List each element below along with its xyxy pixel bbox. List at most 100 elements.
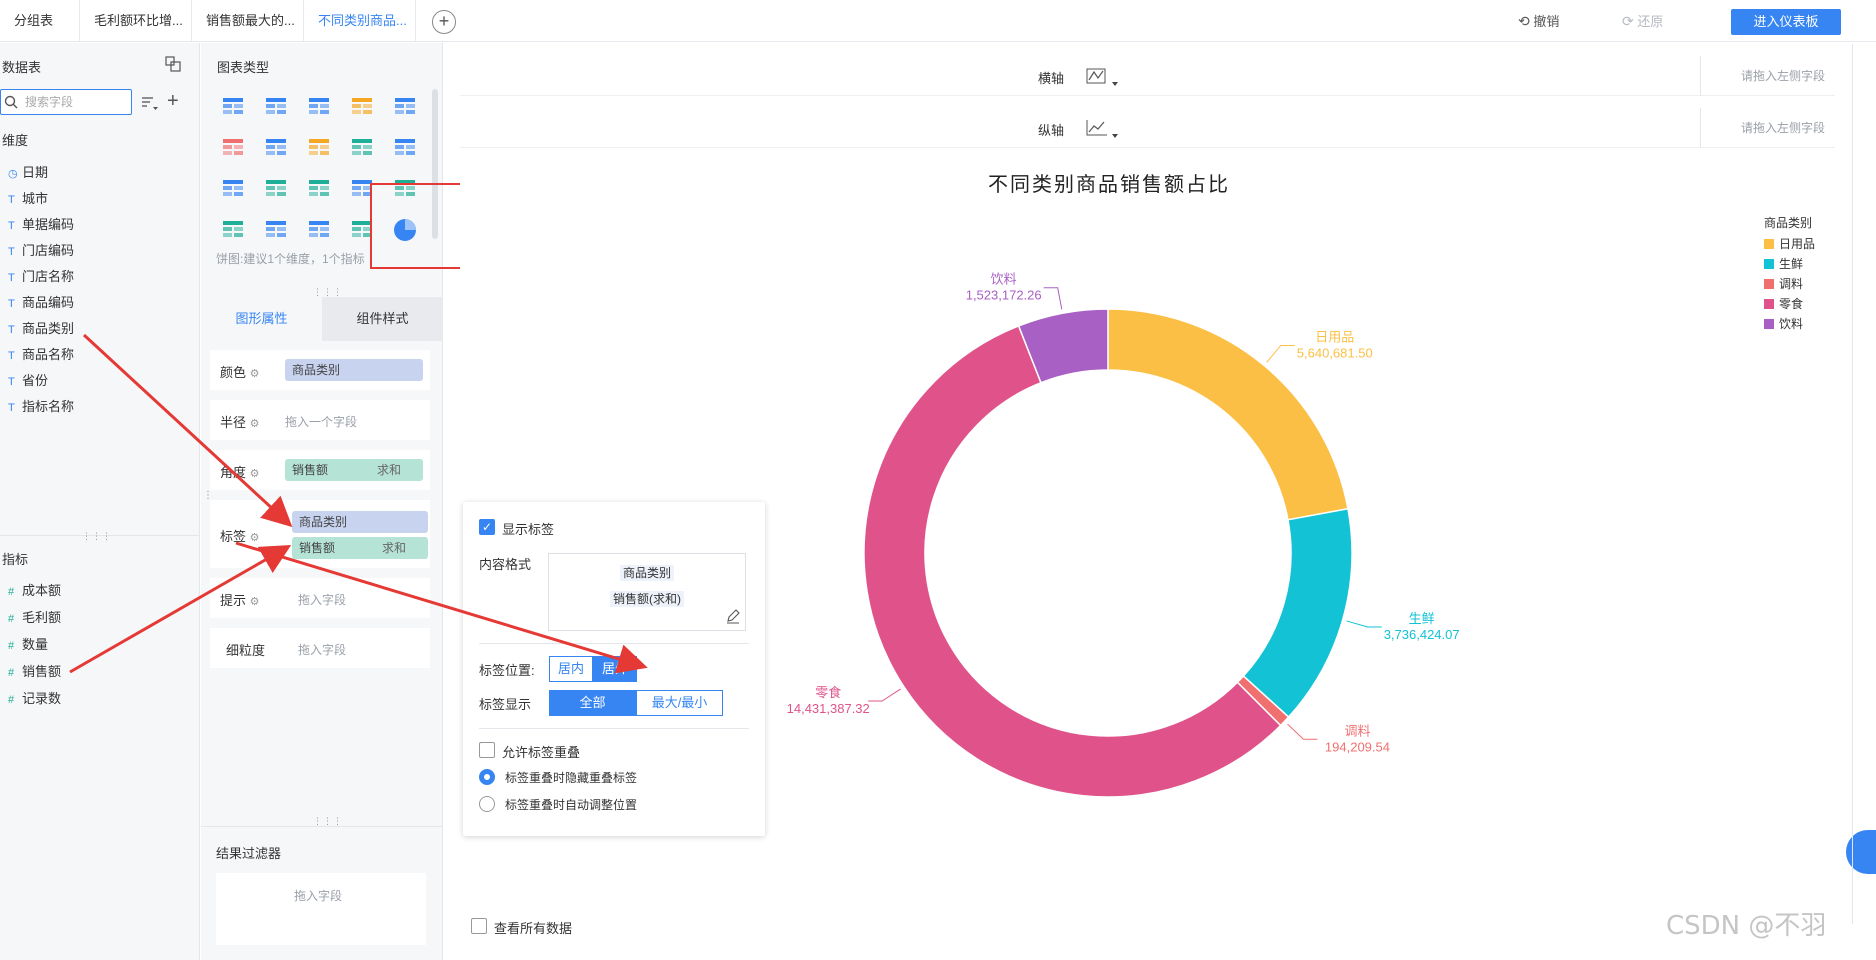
legend-item[interactable]: 零食 bbox=[1764, 296, 1803, 312]
undo-label: 撤销 bbox=[1533, 14, 1560, 29]
legend-item[interactable]: 饮料 bbox=[1764, 316, 1803, 332]
table-icon[interactable] bbox=[220, 94, 246, 120]
horizontal-bar-icon[interactable] bbox=[263, 176, 289, 202]
number-field-icon: # bbox=[8, 586, 15, 598]
dimension-field[interactable]: T 指标名称 bbox=[8, 397, 74, 417]
label-field-pill-2[interactable]: 销售额 求和 bbox=[292, 537, 428, 559]
watermark: CSDN @不羽 bbox=[1666, 911, 1827, 941]
dimension-field[interactable]: T 商品编码 bbox=[8, 293, 74, 313]
dimension-title: 维度 bbox=[2, 133, 29, 148]
legend-swatch bbox=[1764, 279, 1774, 289]
redo-icon: ⟳ bbox=[1622, 13, 1634, 29]
tooltip-property-row[interactable]: 提示 ⚙ 拖入字段 bbox=[210, 578, 430, 618]
heatmap-icon[interactable] bbox=[306, 135, 332, 161]
edit-icon[interactable] bbox=[725, 608, 741, 624]
slice-category-label: 生鲜 bbox=[1409, 611, 1435, 626]
position-inside-button[interactable]: 居内 bbox=[549, 656, 593, 682]
cross-table-icon[interactable] bbox=[263, 94, 289, 120]
tab-styles[interactable]: 组件样式 bbox=[322, 297, 443, 341]
dimension-field[interactable]: T 单据编码 bbox=[8, 215, 74, 235]
content-format-box[interactable]: 商品类别 销售额(求和) bbox=[548, 553, 746, 631]
panel-collapse-handle[interactable]: ⋮ bbox=[203, 490, 213, 501]
color-field-pill[interactable]: 商品类别 bbox=[285, 359, 423, 381]
switch-dataset-icon[interactable] bbox=[165, 56, 181, 72]
number-field-icon: # bbox=[8, 640, 15, 652]
tab-properties[interactable]: 图形属性 bbox=[201, 297, 322, 341]
stacked-bar-icon[interactable] bbox=[349, 135, 375, 161]
tab-item[interactable]: 销售额最大的... bbox=[192, 0, 304, 42]
radius-property-row[interactable]: 半径 ⚙ 拖入一个字段 bbox=[210, 400, 430, 440]
sort-icon[interactable] bbox=[141, 95, 159, 111]
field-search-input[interactable]: 搜索字段 bbox=[0, 89, 132, 115]
dimension-field[interactable]: T 门店名称 bbox=[8, 267, 74, 287]
measure-field[interactable]: # 毛利额 bbox=[8, 608, 61, 628]
tab-item-active[interactable]: 不同类别商品... bbox=[304, 0, 416, 42]
tab-item[interactable]: 分组表 bbox=[0, 0, 80, 42]
display-maxmin-button[interactable]: 最大/最小 bbox=[636, 690, 723, 716]
y-axis-type-icon[interactable] bbox=[1085, 118, 1125, 140]
measure-field[interactable]: # 成本额 bbox=[8, 581, 61, 601]
y-axis-dropzone[interactable]: 请拖入左侧字段 bbox=[1700, 108, 1835, 148]
label-leader-line bbox=[868, 688, 901, 702]
overlap-adjust-radio[interactable] bbox=[479, 796, 495, 812]
radius-property-label: 半径 ⚙ bbox=[220, 415, 260, 430]
view-all-data-checkbox[interactable] bbox=[471, 918, 487, 934]
treemap-icon[interactable] bbox=[349, 94, 375, 120]
tab-item[interactable]: 毛利额环比增... bbox=[80, 0, 192, 42]
add-tab-icon[interactable]: + bbox=[432, 10, 456, 34]
redo-button[interactable]: ⟳ 还原 bbox=[1622, 0, 1663, 42]
undo-button[interactable]: ⟲ 撤销 bbox=[1518, 0, 1559, 42]
resize-handle[interactable]: ⋮⋮⋮ bbox=[82, 531, 112, 542]
legend-item[interactable]: 日用品 bbox=[1764, 236, 1815, 252]
line-icon[interactable] bbox=[263, 217, 289, 243]
granularity-placeholder: 拖入字段 bbox=[298, 643, 347, 657]
result-filter-dropzone[interactable]: 拖入字段 bbox=[216, 873, 426, 945]
text-field-icon: T bbox=[8, 194, 15, 206]
grouped-column-icon[interactable] bbox=[220, 176, 246, 202]
label-field-pill-1[interactable]: 商品类别 bbox=[292, 511, 428, 533]
detail-table-icon[interactable] bbox=[306, 94, 332, 120]
position-outside-button[interactable]: 居外 bbox=[593, 656, 637, 682]
pie-slice[interactable] bbox=[1107, 308, 1349, 521]
color-property-row[interactable]: 颜色 ⚙ 商品类别 bbox=[210, 350, 430, 390]
granularity-property-row[interactable]: 细粒度 拖入字段 bbox=[210, 628, 430, 668]
allow-overlap-checkbox[interactable] bbox=[479, 742, 495, 758]
angle-field-pill[interactable]: 销售额 求和 bbox=[285, 459, 423, 481]
overlap-hide-radio[interactable] bbox=[479, 769, 495, 785]
scatter-icon[interactable] bbox=[306, 217, 332, 243]
legend-swatch bbox=[1764, 319, 1774, 329]
dimension-field[interactable]: T 商品名称 bbox=[8, 345, 74, 365]
angle-property-row[interactable]: 角度 ⚙ 销售额 求和 bbox=[210, 450, 430, 490]
kpi-icon[interactable] bbox=[392, 94, 418, 120]
display-all-button[interactable]: 全部 bbox=[549, 690, 636, 716]
heat-table-icon[interactable] bbox=[220, 135, 246, 161]
y-axis-row[interactable]: 纵轴 请拖入左侧字段 bbox=[460, 108, 1835, 148]
dimension-field[interactable]: T 商品类别 bbox=[8, 319, 74, 339]
measure-field[interactable]: # 数量 bbox=[8, 635, 48, 655]
column-icon[interactable] bbox=[392, 135, 418, 161]
x-axis-type-icon[interactable] bbox=[1085, 66, 1125, 88]
add-field-icon[interactable]: + bbox=[167, 91, 179, 111]
dimension-field[interactable]: T 省份 bbox=[8, 371, 48, 391]
measure-field[interactable]: # 记录数 bbox=[8, 689, 61, 709]
slice-category-label: 调料 bbox=[1344, 723, 1370, 738]
legend-item[interactable]: 生鲜 bbox=[1764, 256, 1803, 272]
show-label-checkbox[interactable]: ✓ bbox=[479, 519, 495, 535]
legend-item[interactable]: 调料 bbox=[1764, 276, 1803, 292]
enter-dashboard-button[interactable]: 进入仪表板 bbox=[1731, 9, 1841, 35]
dimension-field[interactable]: T 门店编码 bbox=[8, 241, 74, 261]
undo-icon: ⟲ bbox=[1518, 13, 1530, 29]
dimension-field[interactable]: ◷ 日期 bbox=[8, 163, 48, 183]
label-property-row[interactable]: 标签 ⚙ 商品类别 销售额 求和 bbox=[210, 500, 430, 568]
pie-slice[interactable] bbox=[1242, 507, 1353, 719]
x-axis-row[interactable]: 横轴 请拖入左侧字段 bbox=[460, 56, 1835, 96]
waterfall-icon[interactable] bbox=[306, 176, 332, 202]
text-field-icon: T bbox=[8, 246, 15, 258]
view-all-data-text: 查看所有数据 bbox=[494, 921, 573, 936]
matrix-icon[interactable] bbox=[263, 135, 289, 161]
floating-help-button[interactable] bbox=[1846, 830, 1876, 874]
measure-field[interactable]: # 销售额 bbox=[8, 662, 61, 682]
dimension-field[interactable]: T 城市 bbox=[8, 189, 48, 209]
x-axis-dropzone[interactable]: 请拖入左侧字段 bbox=[1700, 56, 1835, 96]
radar-icon[interactable] bbox=[220, 217, 246, 243]
